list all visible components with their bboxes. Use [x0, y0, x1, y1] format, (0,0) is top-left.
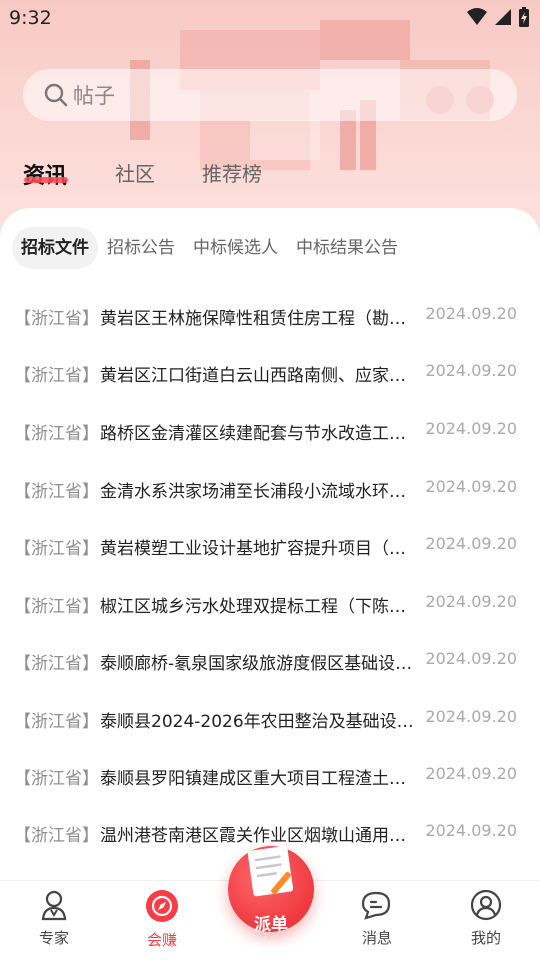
nav-messages[interactable]: 消息: [337, 889, 417, 948]
search-icon: [44, 83, 68, 107]
nav-profile-label: 我的: [470, 929, 501, 947]
nav-earn-label: 会赚: [146, 931, 177, 949]
item-date: 2024.09.20: [425, 592, 517, 611]
active-tab-indicator: [24, 177, 68, 183]
item-date: 2024.09.20: [425, 477, 517, 496]
list-item[interactable]: 【浙江省】 泰顺县2024-2026年农田整治及基础设… 2024.09.20: [0, 699, 540, 739]
item-region: 【浙江省】: [14, 424, 99, 444]
dispatch-button-label: 派单: [254, 915, 288, 935]
nav-expert-label: 专家: [38, 929, 69, 947]
item-region: 【浙江省】: [14, 482, 99, 502]
list-item[interactable]: 【浙江省】 泰顺廊桥-氡泉国家级旅游度假区基础设… 2024.09.20: [0, 641, 540, 681]
item-date: 2024.09.20: [425, 534, 517, 553]
list-item[interactable]: 【浙江省】 路桥区金清灌区续建配套与节水改造工… 2024.09.20: [0, 411, 540, 451]
subtab-bid-candidates[interactable]: 中标候选人: [184, 227, 287, 269]
list-item[interactable]: 【浙江省】 黄岩模塑工业设计基地扩容提升项目（… 2024.09.20: [0, 526, 540, 566]
nav-profile[interactable]: 我的: [446, 889, 526, 948]
list-item[interactable]: 【浙江省】 黄岩区王林施保障性租赁住房工程（勘… 2024.09.20: [0, 296, 540, 336]
item-title: 黄岩区江口街道白云山西路南侧、应家…: [100, 366, 406, 386]
item-region: 【浙江省】: [14, 654, 99, 674]
nav-expert[interactable]: 专家: [14, 889, 94, 948]
list-item[interactable]: 【浙江省】 黄岩区江口街道白云山西路南侧、应家… 2024.09.20: [0, 353, 540, 393]
subtab-tender-notice[interactable]: 招标公告: [98, 227, 184, 269]
item-date: 2024.09.20: [425, 419, 517, 438]
item-title: 泰顺廊桥-氡泉国家级旅游度假区基础设…: [100, 654, 413, 674]
item-title: 泰顺县2024-2026年农田整治及基础设…: [100, 712, 414, 732]
search-placeholder: 帖子: [73, 84, 115, 108]
item-date: 2024.09.20: [425, 821, 517, 840]
item-region: 【浙江省】: [14, 826, 99, 846]
item-region: 【浙江省】: [14, 309, 99, 329]
expert-icon: [41, 890, 67, 921]
item-region: 【浙江省】: [14, 366, 99, 386]
item-date: 2024.09.20: [425, 649, 517, 668]
item-region: 【浙江省】: [14, 769, 99, 789]
signal-icon: [495, 9, 511, 25]
item-date: 2024.09.20: [425, 707, 517, 726]
list-item[interactable]: 【浙江省】 金清水系洪家场浦至长浦段小流域水环… 2024.09.20: [0, 469, 540, 509]
compass-icon: [146, 890, 178, 922]
item-date: 2024.09.20: [425, 304, 517, 323]
main-tabs: 资讯 社区 推荐榜: [0, 150, 540, 200]
item-title: 泰顺县罗阳镇建成区重大项目工程渣土…: [100, 769, 406, 789]
status-icons: [466, 6, 530, 28]
content-panel: 招标文件 招标公告 中标候选人 中标结果公告 【浙江省】 黄岩区王林施保障性租赁…: [0, 208, 540, 880]
item-region: 【浙江省】: [14, 712, 99, 732]
nav-messages-label: 消息: [361, 929, 392, 947]
status-bar: 9:32: [0, 0, 540, 36]
list-item[interactable]: 【浙江省】 椒江区城乡污水处理双提标工程（下陈… 2024.09.20: [0, 584, 540, 624]
status-time: 9:32: [9, 7, 52, 29]
message-icon: [361, 891, 391, 920]
sub-tabs: 招标文件 招标公告 中标候选人 中标结果公告: [12, 226, 407, 270]
item-title: 椒江区城乡污水处理双提标工程（下陈…: [100, 597, 406, 617]
tab-recommend[interactable]: 推荐榜: [202, 158, 262, 187]
item-title: 黄岩模塑工业设计基地扩容提升项目（…: [100, 539, 406, 559]
wifi-icon: [467, 8, 487, 25]
profile-icon: [470, 889, 502, 921]
nav-earn[interactable]: 会赚: [122, 889, 202, 950]
list-item[interactable]: 【浙江省】 泰顺县罗阳镇建成区重大项目工程渣土… 2024.09.20: [0, 756, 540, 796]
tab-community[interactable]: 社区: [115, 158, 155, 187]
subtab-tender-docs[interactable]: 招标文件: [12, 227, 98, 269]
dispatch-document-icon: [247, 845, 294, 897]
item-title: 黄岩区王林施保障性租赁住房工程（勘…: [100, 309, 406, 329]
search-bar[interactable]: 帖子: [23, 69, 517, 121]
tab-news[interactable]: 资讯: [23, 158, 67, 190]
item-region: 【浙江省】: [14, 539, 99, 559]
item-title: 路桥区金清灌区续建配套与节水改造工…: [100, 424, 406, 444]
item-date: 2024.09.20: [425, 764, 517, 783]
battery-charging-icon: [519, 7, 529, 27]
item-title: 金清水系洪家场浦至长浦段小流域水环…: [100, 482, 406, 502]
dispatch-button[interactable]: 派单: [228, 845, 314, 935]
subtab-bid-results[interactable]: 中标结果公告: [287, 227, 407, 269]
item-region: 【浙江省】: [14, 597, 99, 617]
item-date: 2024.09.20: [425, 361, 517, 380]
